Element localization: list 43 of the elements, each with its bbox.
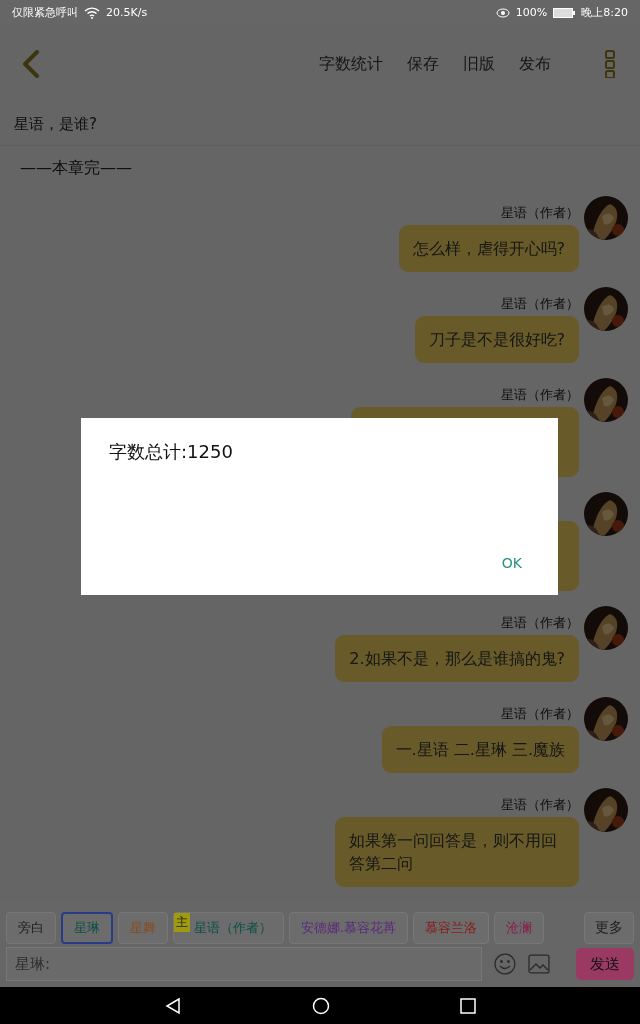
character-chip[interactable]: 主 星语（作者）: [173, 912, 284, 944]
image-icon[interactable]: [528, 954, 551, 974]
toolbar-action[interactable]: 保存: [407, 53, 439, 75]
menu-icon[interactable]: [605, 50, 615, 78]
toolbar-action[interactable]: 旧版: [463, 53, 495, 75]
message-bubble[interactable]: 刀子是不是很好吃?: [414, 316, 579, 363]
back-icon[interactable]: [22, 50, 40, 78]
toolbar-action[interactable]: 发布: [519, 53, 551, 75]
input-field[interactable]: 星琳:: [6, 947, 483, 981]
chapter-end-text: ——本章完——: [20, 157, 132, 179]
sender-name: 星语（作者）: [501, 386, 579, 403]
carrier-text: 仅限紧急呼叫: [12, 5, 78, 20]
character-chip[interactable]: 星琳: [61, 912, 113, 944]
sender-name: 星语（作者）: [501, 295, 579, 312]
message-bubble[interactable]: 2.如果不是，那么是谁搞的鬼?: [335, 635, 579, 682]
smiley-icon[interactable]: [494, 953, 517, 975]
message-bubble[interactable]: 一.星语 二.星琳 三.魔族: [381, 726, 579, 773]
home-nav-icon[interactable]: [312, 996, 330, 1015]
battery-icon: [553, 7, 576, 18]
message-bubble[interactable]: 怎么样，虐得开心吗?: [398, 225, 579, 272]
send-button[interactable]: 发送: [576, 948, 634, 980]
character-chip[interactable]: 安德娜.慕容花苒: [289, 912, 409, 944]
battery-percent: 100%: [515, 6, 548, 19]
sender-name: 星语（作者）: [501, 204, 579, 221]
sender-name: 星语（作者）: [501, 705, 579, 722]
eye-icon: [495, 7, 510, 18]
character-chip[interactable]: 旁白: [6, 912, 56, 944]
toolbar-action[interactable]: 字数统计: [319, 53, 383, 75]
clock: 晚上8:20: [581, 5, 628, 20]
ok-button[interactable]: OK: [501, 555, 522, 571]
network-speed: 20.5K/s: [106, 6, 148, 19]
message-bubble[interactable]: 如果第一问回答是，则不用回答第二问: [335, 817, 579, 887]
back-nav-icon[interactable]: [164, 996, 182, 1015]
main-badge: 主: [174, 913, 190, 932]
recents-nav-icon[interactable]: [460, 997, 476, 1014]
sender-name: 星语（作者）: [501, 796, 579, 813]
character-chip[interactable]: 沧澜: [494, 912, 545, 944]
chapter-title: 星语，是谁?: [0, 103, 640, 146]
more-button[interactable]: 更多: [584, 912, 634, 944]
wifi-icon: [84, 6, 100, 19]
character-chip[interactable]: 慕容兰洛: [413, 912, 490, 944]
sender-name: 星语（作者）: [501, 614, 579, 631]
dialog-message: 字数总计:1250: [109, 440, 234, 464]
